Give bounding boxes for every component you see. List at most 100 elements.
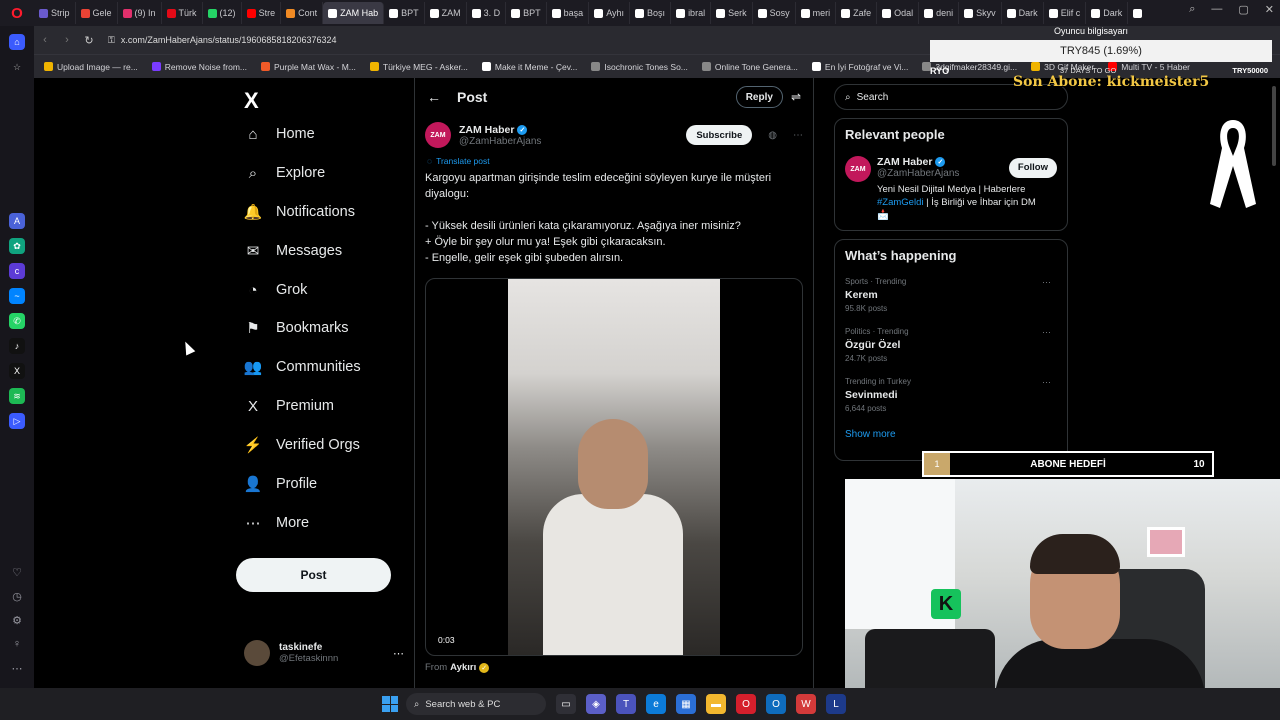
- tab-label[interactable]: 3. D: [484, 8, 501, 18]
- translate-link[interactable]: ◌ Translate post: [415, 154, 813, 166]
- bookmark-item[interactable]: Online Tone Genera...: [701, 62, 798, 72]
- tab-label[interactable]: Dark: [1103, 8, 1122, 18]
- tab-label[interactable]: Dark: [1019, 8, 1038, 18]
- x-logo-icon[interactable]: X: [244, 88, 259, 114]
- trend-item[interactable]: Trending in Turkey Sevinmedi 6,644 posts ⋯: [845, 377, 1057, 413]
- person-name[interactable]: ZAM Haber ✓: [877, 156, 959, 168]
- sidebar-item-grok[interactable]: ◔ Grok: [244, 281, 307, 299]
- bookmark-item[interactable]: Remove Noise from...: [151, 62, 247, 72]
- scrollbar[interactable]: [1272, 86, 1276, 166]
- tab-label[interactable]: Skyv: [976, 8, 996, 18]
- browser-tab[interactable]: Dark: [1086, 2, 1129, 24]
- tab-label[interactable]: başa: [564, 8, 584, 18]
- bookmark-item[interactable]: Türkiye MEG - Asker...: [369, 62, 468, 72]
- reply-button[interactable]: Reply: [735, 86, 783, 108]
- more-icon[interactable]: ⋯: [1042, 377, 1051, 388]
- browser-tab[interactable]: Boşı: [630, 2, 672, 24]
- bookmark-item[interactable]: En İyi Fotoğraf ve Vi...: [811, 62, 908, 72]
- browser-tab[interactable]: (12): [203, 2, 242, 24]
- browser-tab[interactable]: Serk: [711, 2, 753, 24]
- subscribe-button[interactable]: Subscribe: [686, 125, 753, 145]
- tiktok-icon[interactable]: ♪: [9, 338, 25, 354]
- bookmark-label[interactable]: Isochronic Tones So...: [604, 62, 687, 72]
- settings-icon[interactable]: ⚙: [9, 612, 25, 628]
- forward-icon[interactable]: ›: [56, 34, 78, 46]
- browser-tab[interactable]: deni: [919, 2, 960, 24]
- bookmark-label[interactable]: En İyi Fotoğraf ve Vi...: [825, 62, 908, 72]
- tab-label[interactable]: Türk: [179, 8, 197, 18]
- sidebar-item-messages[interactable]: ✉ Messages: [244, 242, 342, 260]
- bookmark-label[interactable]: Türkiye MEG - Asker...: [383, 62, 468, 72]
- close-icon[interactable]: ✕: [1265, 3, 1274, 16]
- relevant-person[interactable]: ZAM ZAM Haber ✓ @ZamHaberAjans Follow Yen…: [845, 156, 1057, 222]
- browser-tab[interactable]: Türk: [162, 2, 203, 24]
- tab-label[interactable]: (12): [220, 8, 236, 18]
- author-avatar[interactable]: ZAM: [425, 122, 451, 148]
- reload-icon[interactable]: ↻: [78, 34, 100, 47]
- more-icon[interactable]: ⋯: [1042, 277, 1051, 288]
- browser-tab[interactable]: ZAM: [425, 2, 467, 24]
- lightbulb-icon[interactable]: ♀: [9, 636, 25, 652]
- history-icon[interactable]: ◷: [9, 588, 25, 604]
- browser-tab[interactable]: Sosy: [753, 2, 796, 24]
- sidebar-item-more[interactable]: ⋯ More: [244, 514, 310, 532]
- site-info-icon[interactable]: ⚿: [108, 35, 115, 46]
- browser-tab[interactable]: 3. D: [467, 2, 507, 24]
- bookmark-label[interactable]: Make it Meme - Çev...: [495, 62, 578, 72]
- bookmark-item[interactable]: Make it Meme - Çev...: [481, 62, 578, 72]
- sidebar-item-communities[interactable]: 👥 Communities: [244, 358, 361, 376]
- grok-icon[interactable]: ◍: [768, 130, 777, 141]
- sidebar-item-home[interactable]: ⌂ Home: [244, 125, 314, 143]
- tab-label[interactable]: deni: [936, 8, 953, 18]
- tab-label[interactable]: Ayhı: [606, 8, 624, 18]
- tab-label[interactable]: Serk: [728, 8, 747, 18]
- url-text[interactable]: x.com/ZamHaberAjans/status/1960685818206…: [121, 35, 337, 45]
- search-tabs-icon[interactable]: ⌕: [1189, 3, 1195, 16]
- tab-label[interactable]: (9) In: [135, 8, 156, 18]
- home-icon[interactable]: ⌂: [9, 34, 25, 50]
- more-icon[interactable]: ⋯: [793, 130, 803, 141]
- minimize-icon[interactable]: —: [1211, 3, 1222, 16]
- store-icon[interactable]: ▦: [676, 694, 696, 714]
- browser-tab[interactable]: Strip: [34, 2, 76, 24]
- player-icon[interactable]: ▷: [9, 413, 25, 429]
- windows-start-icon[interactable]: [382, 696, 398, 712]
- sidebar-item-verified-orgs[interactable]: ⚡ Verified Orgs: [244, 436, 360, 454]
- tab-label[interactable]: Odal: [894, 8, 913, 18]
- sidebar-item-profile[interactable]: 👤 Profile: [244, 475, 317, 493]
- video-frame[interactable]: [508, 279, 720, 655]
- chatgpt-icon[interactable]: ✿: [9, 238, 25, 254]
- messenger-icon[interactable]: ~: [9, 288, 25, 304]
- browser-tab[interactable]: Skyv: [959, 2, 1002, 24]
- sidebar-item-explore[interactable]: ⌕ Explore: [244, 164, 325, 182]
- author-name-text[interactable]: ZAM Haber: [459, 124, 514, 136]
- browser-tab[interactable]: BPT: [506, 2, 547, 24]
- bookmark-label[interactable]: Remove Noise from...: [165, 62, 247, 72]
- bookmark-label[interactable]: Purple Mat Wax - M...: [274, 62, 356, 72]
- person-handle[interactable]: @ZamHaberAjans: [877, 168, 959, 179]
- more-icon[interactable]: ⋯: [9, 660, 25, 676]
- tab-label[interactable]: BPT: [523, 8, 541, 18]
- back-icon[interactable]: ‹: [34, 34, 56, 46]
- video-player[interactable]: 0:03: [425, 278, 803, 656]
- browser-tab[interactable]: (9) In: [118, 2, 162, 24]
- bio-hashtag-link[interactable]: #ZamGeldi: [877, 197, 923, 208]
- translate-text[interactable]: Translate post: [436, 156, 490, 166]
- more-icon[interactable]: ⋯: [1042, 327, 1051, 338]
- maximize-icon[interactable]: ▢: [1238, 3, 1248, 16]
- sidebar-item-notifications[interactable]: 🔔 Notifications: [244, 203, 355, 221]
- url-field[interactable]: ⚿ x.com/ZamHaberAjans/status/19606858182…: [108, 35, 337, 46]
- browser-tab[interactable]: ZAM Hab: [323, 2, 385, 24]
- taskbar-search[interactable]: ⌕ Search web & PC: [406, 693, 546, 715]
- browser-tab[interactable]: Zafe: [836, 2, 878, 24]
- cs-icon[interactable]: c: [9, 263, 25, 279]
- whatsapp-icon[interactable]: ✆: [9, 313, 25, 329]
- wps-icon[interactable]: W: [796, 694, 816, 714]
- trend-item[interactable]: Politics · Trending Özgür Özel 24.7K posts…: [845, 327, 1057, 363]
- tab-label[interactable]: meri: [813, 8, 831, 18]
- tab-label[interactable]: Zafe: [853, 8, 871, 18]
- account-switcher[interactable]: taskinefe @Efetaskinnn ⋯: [244, 640, 404, 666]
- tab-label[interactable]: ZAM: [442, 8, 461, 18]
- browser-tab[interactable]: Odal: [877, 2, 920, 24]
- browser-tab[interactable]: ibral: [671, 2, 712, 24]
